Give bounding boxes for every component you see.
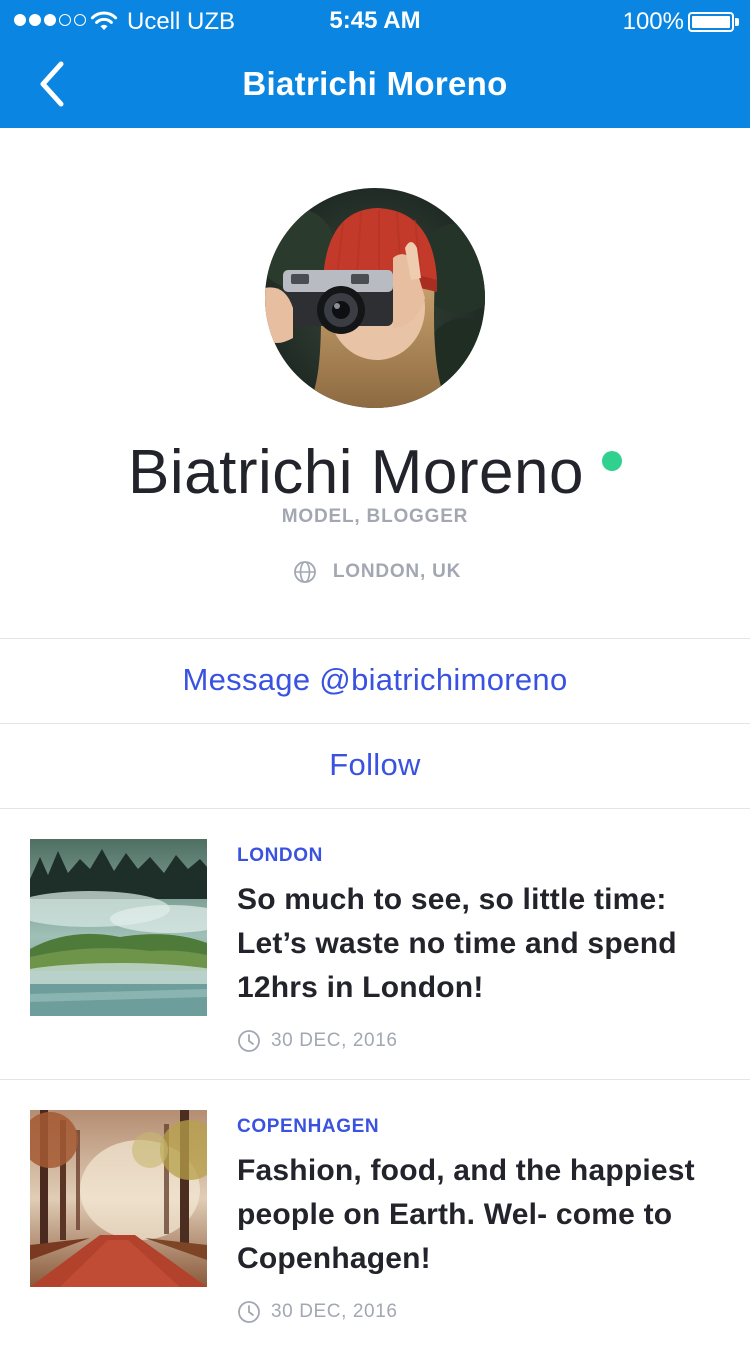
status-time: 5:45 AM [329, 7, 421, 34]
status-bar: Ucell UZB 5:45 AM 100% [0, 0, 750, 42]
globe-icon [293, 561, 316, 583]
profile-location: LONDON, UK [0, 558, 750, 586]
post-tag[interactable]: LONDON [237, 844, 323, 868]
profile-avatar [265, 188, 485, 408]
profile-name: Biatrichi Moreno [128, 438, 584, 507]
location-label: LONDON, UK [332, 561, 462, 582]
post-date-row: 30 DEC, 2016 [237, 1299, 398, 1325]
top-bar: Ucell UZB 5:45 AM 100% Biatrichi Moreno [0, 0, 750, 128]
signal-dot [29, 14, 41, 26]
message-button[interactable]: Message @biatrichimoreno [0, 638, 750, 722]
signal-dot [14, 14, 26, 26]
post-card[interactable]: LONDON So much to see, so little time: L… [0, 808, 750, 1078]
nav-title: Biatrichi Moreno [242, 65, 508, 102]
signal-dot [74, 14, 86, 26]
post-date: 30 DEC, 2016 [271, 1301, 398, 1322]
post-title[interactable]: Fashion, food, and the happiest people o… [237, 1149, 727, 1281]
clock-icon [238, 1030, 260, 1052]
chevron-left-icon [40, 61, 64, 107]
post-date-row: 30 DEC, 2016 [237, 1028, 398, 1054]
wifi-icon [90, 11, 118, 30]
profile-name-row: Biatrichi Moreno [0, 436, 750, 510]
post-thumbnail [30, 1110, 207, 1287]
post-thumbnail [30, 839, 207, 1016]
profile-role: MODEL, BLOGGER [281, 506, 469, 527]
battery-icon [688, 12, 740, 32]
post-title[interactable]: So much to see, so little time: Let’s wa… [237, 878, 727, 1010]
follow-button[interactable]: Follow [0, 723, 750, 807]
signal-dot [44, 14, 56, 26]
signal-dot [59, 14, 71, 26]
battery-percentage: 100% [622, 8, 684, 35]
signal-strength-icon [14, 14, 86, 26]
post-date: 30 DEC, 2016 [271, 1030, 398, 1051]
carrier-name: Ucell UZB [127, 8, 236, 35]
back-button[interactable] [24, 54, 80, 114]
online-status-indicator [601, 451, 622, 471]
post-card[interactable]: COPENHAGEN Fashion, food, and the happie… [0, 1079, 750, 1349]
clock-icon [238, 1301, 260, 1323]
post-tag[interactable]: COPENHAGEN [237, 1115, 379, 1139]
